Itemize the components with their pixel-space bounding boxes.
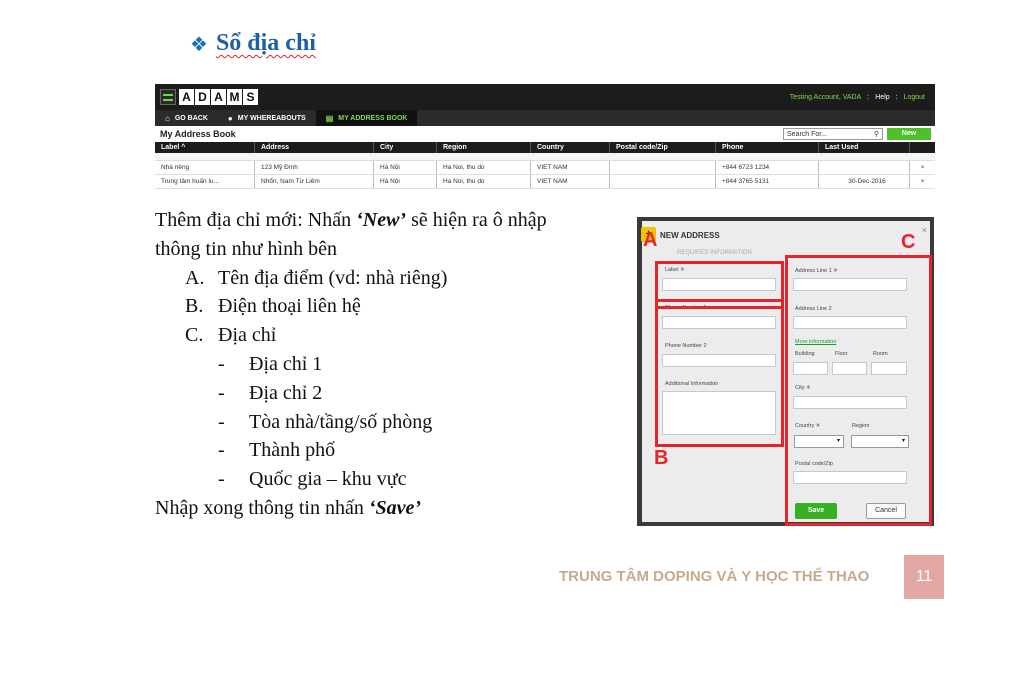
column-header-country[interactable]: Country (531, 142, 610, 153)
column-header-last-used[interactable]: Last Used (819, 142, 910, 153)
instructions: Thêm địa chỉ mới: Nhấn ‘New’ sẽ hiện ra … (155, 206, 605, 523)
list-item: - Địa chỉ 2 (218, 381, 323, 404)
close-icon[interactable]: × (922, 225, 927, 235)
adams-nav-bar: ⌂ GO BACK ● MY WHEREABOUTS ▤ MY ADDRESS … (155, 110, 935, 126)
list-item: C. Địa chỉ (185, 324, 277, 347)
logout-link[interactable]: Logout (904, 94, 925, 101)
annotation-box-c (785, 255, 932, 526)
adams-logo-letters: A D A M S (179, 89, 258, 105)
nav-go-back[interactable]: ⌂ GO BACK (155, 110, 218, 126)
annotation-letter-c: C (901, 231, 916, 253)
table-header: Label ^ Address City Region Country Post… (155, 142, 935, 153)
column-header-postal[interactable]: Postal code/Zip (610, 142, 716, 153)
delete-icon[interactable]: × (910, 161, 935, 174)
column-header-region[interactable]: Region (437, 142, 531, 153)
separator: : (867, 93, 870, 101)
adams-logo: A D A M S (160, 89, 258, 105)
instruction-line: Thêm địa chỉ mới: Nhấn ‘New’ sẽ hiện ra … (155, 209, 547, 231)
page-heading: My Address Book (160, 129, 236, 139)
delete-icon[interactable]: × (910, 175, 935, 188)
list-item: - Thành phố (218, 439, 336, 462)
adams-logo-icon (160, 89, 176, 105)
instruction-line: thông tin như hình bên (155, 237, 337, 260)
help-link[interactable]: Help (875, 94, 889, 101)
slide-title: ❖ Sổ địa chỉ (190, 30, 316, 57)
table-row[interactable]: Nhà riêng 123 Mỹ Đình Hà Nội Ha Noi, thu… (155, 161, 935, 175)
list-item: - Tòa nhà/tầng/số phòng (218, 410, 433, 433)
instruction-line: Nhập xong thông tin nhấn ‘Save’ (155, 496, 422, 519)
annotation-letter-b: B (654, 447, 669, 469)
new-address-dialog-screenshot: + NEW ADDRESS × REQUIRED INFORMATION Lab… (637, 217, 934, 526)
slide-title-text: Sổ địa chỉ (215, 30, 316, 56)
adams-header: A D A M S Testing Account, VADA : Help :… (155, 84, 935, 110)
search-icon: ⚲ (873, 131, 879, 138)
table-row[interactable]: Trung tâm huấn lu... Nhổn, Nam Từ Liêm H… (155, 175, 935, 189)
column-header-city[interactable]: City (374, 142, 437, 153)
column-header-actions (910, 142, 935, 153)
list-item: A. Tên địa điểm (vd: nhà riêng) (185, 266, 448, 289)
dialog-title: NEW ADDRESS (660, 231, 720, 240)
location-pin-icon: ● (227, 113, 233, 123)
home-icon: ⌂ (165, 113, 170, 123)
new-button[interactable]: New (887, 128, 931, 140)
list-item: B. Điện thoại liên hệ (185, 295, 361, 318)
annotation-box-b (655, 299, 784, 447)
nav-my-address-book[interactable]: ▤ MY ADDRESS BOOK (315, 110, 418, 126)
dialog-subtitle: REQUIRED INFORMATION (677, 250, 752, 256)
annotation-letter-a: A (643, 229, 658, 251)
footer-organization: TRUNG TÂM DOPING VÀ Y HỌC THỂ THAO (559, 568, 870, 585)
account-links: Testing Account, VADA : Help : Logout (790, 94, 925, 101)
separator: : (895, 93, 898, 101)
nav-my-whereabouts[interactable]: ● MY WHEREABOUTS (218, 110, 316, 126)
search-input[interactable]: Search For... ⚲ (783, 128, 883, 140)
column-header-label[interactable]: Label ^ (155, 142, 255, 153)
list-item: - Địa chỉ 1 (218, 352, 323, 375)
table-spacer (155, 153, 935, 161)
column-header-address[interactable]: Address (255, 142, 374, 153)
page-number: 11 (904, 555, 944, 599)
list-item: - Quốc gia – khu vực (218, 468, 407, 491)
diamond-bullet-icon: ❖ (190, 31, 208, 56)
adams-address-book-screenshot: A D A M S Testing Account, VADA : Help :… (155, 84, 935, 192)
address-book-toolbar: My Address Book Search For... ⚲ New (155, 126, 935, 142)
account-name: Testing Account, VADA (789, 93, 862, 101)
column-header-phone[interactable]: Phone (716, 142, 819, 153)
address-book-icon: ▤ (325, 113, 334, 123)
